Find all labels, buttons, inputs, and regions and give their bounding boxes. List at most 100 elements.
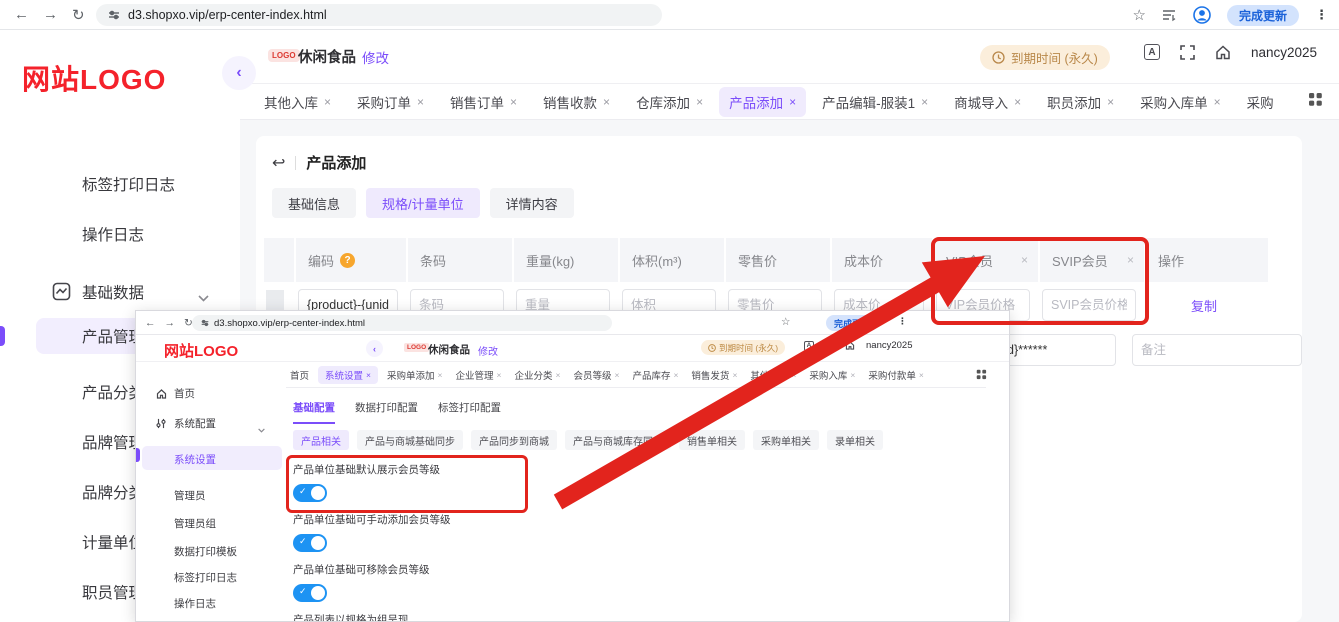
close-tab-icon[interactable]: × — [438, 370, 443, 380]
workspace-tab[interactable]: 企业管理 × — [451, 366, 505, 384]
username[interactable]: nancy2025 — [1251, 45, 1317, 60]
edit-store-link[interactable]: 修改 — [478, 343, 498, 358]
chrome-update-button[interactable]: 完成更新 — [826, 315, 879, 331]
workspace-tab[interactable]: 销售发货 × — [687, 366, 741, 384]
config-chip[interactable]: 产品同步到商城 — [471, 430, 557, 450]
chrome-update-button[interactable]: 完成更新 — [1226, 4, 1299, 26]
page-tab[interactable]: 基础信息 — [272, 188, 357, 218]
workspace-tab[interactable]: 销售收款 × — [533, 87, 620, 117]
forward-icon[interactable]: → — [43, 6, 58, 23]
workspace-tab[interactable]: 仓库添加 × — [626, 87, 713, 117]
workspace-tab[interactable]: 采购单添加 × — [383, 366, 446, 384]
forward-icon[interactable]: → — [165, 317, 176, 329]
reload-icon[interactable]: ↻ — [72, 6, 85, 24]
code-input-row2[interactable] — [998, 334, 1116, 366]
page-tab[interactable]: 规格/计量单位 — [366, 188, 480, 218]
close-tab-icon[interactable]: × — [1107, 95, 1114, 109]
bookmark-star-icon[interactable]: ☆ — [1133, 6, 1146, 24]
sidebar-group-base-data[interactable]: 基础数据 — [0, 274, 240, 310]
toggle-switch[interactable] — [293, 534, 327, 552]
config-chip[interactable]: 产品相关 — [293, 430, 349, 450]
sidebar-group-system-config[interactable]: 系统配置 — [136, 414, 286, 433]
workspace-tab[interactable]: 首页 — [286, 366, 313, 384]
sidebar-collapse-button[interactable]: ‹ — [366, 340, 383, 357]
back-icon[interactable]: ← — [14, 6, 29, 23]
profile-avatar-icon[interactable] — [1193, 6, 1211, 24]
remark-input[interactable] — [1132, 334, 1302, 366]
close-tab-icon[interactable]: × — [732, 370, 737, 380]
back-arrow-icon[interactable]: ↩ — [272, 153, 285, 173]
close-tab-icon[interactable]: × — [510, 95, 517, 109]
config-chip[interactable]: 录单相关 — [827, 430, 883, 450]
username[interactable]: nancy2025 — [866, 340, 912, 351]
close-tab-icon[interactable]: × — [555, 370, 560, 380]
close-tab-icon[interactable]: × — [921, 95, 928, 109]
workspace-tab[interactable]: 会员等级 × — [569, 366, 623, 384]
config-tab[interactable]: 基础配置 — [293, 400, 335, 424]
workspace-tab[interactable]: 产品添加 × — [719, 86, 807, 117]
sidebar-item-operation-log[interactable]: 操作日志 — [0, 216, 240, 252]
close-tab-icon[interactable]: × — [850, 370, 855, 380]
close-tab-icon[interactable]: × — [366, 370, 371, 380]
fullscreen-icon[interactable] — [1180, 44, 1195, 60]
workspace-tab[interactable]: 采购入库 × — [805, 366, 859, 384]
sidebar-item-label-print-log[interactable]: 标签打印日志 — [0, 166, 240, 202]
chrome-menu-icon[interactable]: ⋮ — [898, 316, 907, 327]
config-tab[interactable]: 标签打印配置 — [438, 400, 501, 424]
reading-list-icon[interactable] — [1162, 9, 1177, 22]
workspace-tab[interactable]: 职员添加 × — [1037, 87, 1124, 117]
url-bar[interactable]: d3.shopxo.vip/erp-center-index.html — [192, 315, 612, 331]
workspace-tab[interactable]: 其他入库 × — [254, 87, 341, 117]
config-chip[interactable]: 采购单相关 — [753, 430, 819, 450]
page-tab[interactable]: 详情内容 — [489, 188, 574, 218]
sidebar-collapse-button[interactable]: ‹ — [222, 56, 256, 90]
svip-price-input[interactable] — [1042, 289, 1136, 321]
workspace-tab[interactable]: 商城导入 × — [944, 87, 1031, 117]
config-chip[interactable]: 销售单相关 — [679, 430, 745, 450]
toggle-switch[interactable] — [293, 584, 327, 602]
chrome-menu-icon[interactable]: ⋮ — [1315, 7, 1329, 23]
close-tab-icon[interactable]: × — [1214, 95, 1221, 109]
config-chip[interactable]: 产品与商城基础同步 — [357, 430, 463, 450]
remove-column-icon[interactable]: × — [1021, 253, 1028, 267]
home-icon[interactable] — [845, 341, 855, 350]
home-icon[interactable] — [1215, 44, 1231, 60]
edit-store-link[interactable]: 修改 — [362, 47, 389, 67]
close-tab-icon[interactable]: × — [614, 370, 619, 380]
bookmark-star-icon[interactable]: ☆ — [781, 316, 790, 328]
copy-row-link[interactable]: 复制 — [1191, 296, 1217, 315]
close-tab-icon[interactable]: × — [789, 95, 796, 109]
sidebar-item-admin[interactable]: 管理员 — [136, 486, 286, 504]
workspace-tab[interactable]: 产品库存 × — [628, 366, 682, 384]
sidebar-item-admin-group[interactable]: 管理员组 — [136, 514, 286, 532]
close-tab-icon[interactable]: × — [791, 370, 796, 380]
workspace-tab[interactable]: 采购付款单 × — [864, 366, 927, 384]
language-icon[interactable]: A — [1143, 44, 1160, 60]
workspace-tab[interactable]: 采购订单 × — [347, 87, 434, 117]
workspace-tab[interactable]: 企业分类 × — [510, 366, 564, 384]
sidebar-item-operation-log[interactable]: 操作日志 — [136, 594, 286, 612]
sidebar-item-home[interactable]: 首页 — [136, 384, 286, 402]
close-tab-icon[interactable]: × — [324, 95, 331, 109]
help-icon[interactable]: ? — [340, 252, 356, 268]
config-tab[interactable]: 数据打印配置 — [355, 400, 418, 424]
site-settings-icon[interactable] — [108, 9, 120, 21]
close-tab-icon[interactable]: × — [1014, 95, 1021, 109]
close-tab-icon[interactable]: × — [497, 370, 502, 380]
close-tab-icon[interactable]: × — [673, 370, 678, 380]
workspace-tab[interactable]: 采购入库单 × — [1130, 87, 1231, 117]
remove-column-icon[interactable]: × — [1127, 253, 1134, 267]
config-chip[interactable]: 产品与商城库存同步 — [565, 430, 671, 450]
url-bar[interactable]: d3.shopxo.vip/erp-center-index.html — [96, 4, 662, 26]
back-icon[interactable]: ← — [145, 317, 156, 329]
workspace-tab[interactable]: 其他出库 × — [746, 366, 800, 384]
toggle-switch[interactable] — [293, 484, 327, 502]
sidebar-item-data-print-template[interactable]: 数据打印模板 — [136, 542, 286, 560]
sidebar-item-label-print-log[interactable]: 标签打印日志 — [136, 568, 286, 586]
workspace-tab[interactable]: 产品编辑-服装1 × — [812, 87, 938, 117]
tab-grid-icon[interactable] — [1308, 92, 1323, 112]
sidebar-item-system-settings[interactable]: 系统设置 — [136, 446, 286, 470]
workspace-tab[interactable]: 系统设置 × — [318, 365, 378, 384]
close-tab-icon[interactable]: × — [417, 95, 424, 109]
close-tab-icon[interactable]: × — [696, 95, 703, 109]
